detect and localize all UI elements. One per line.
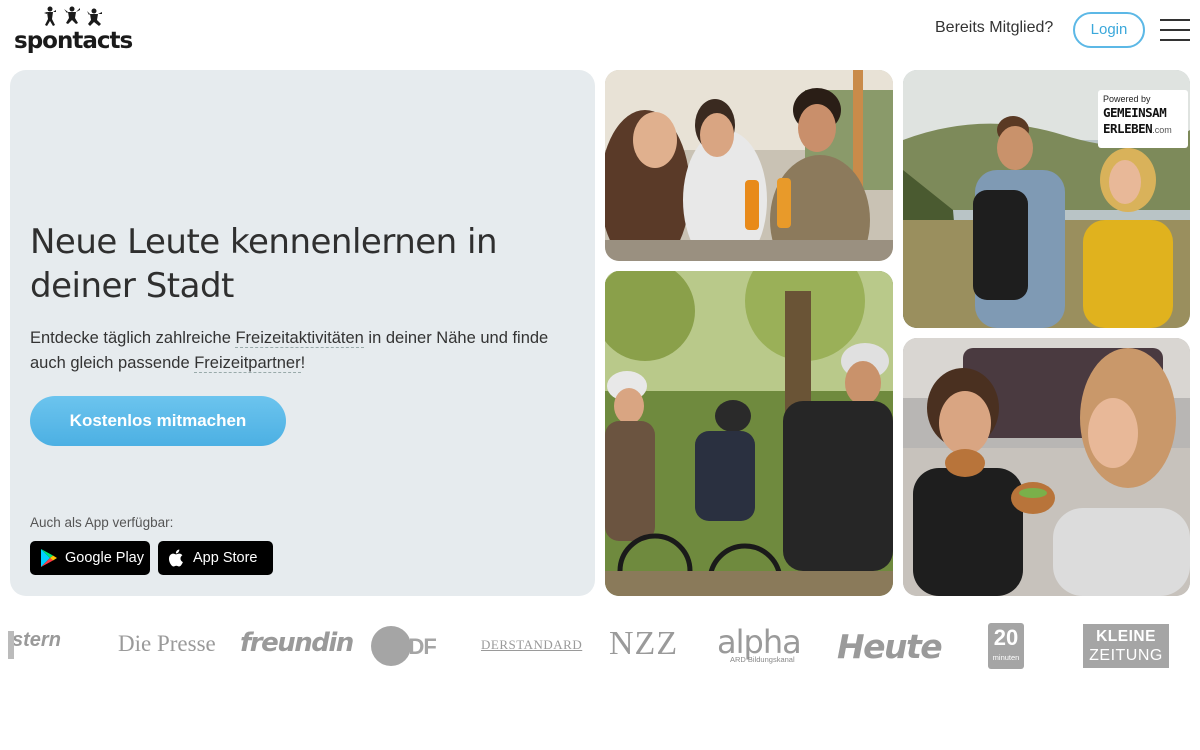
app-store-label: App Store — [193, 550, 258, 566]
brand-name: spontacts — [14, 28, 133, 54]
lead-text-1: Entdecke täglich zahlreiche — [30, 329, 236, 347]
join-free-button[interactable]: Kostenlos mitmachen — [30, 396, 286, 446]
already-member-text: Bereits Mitglied? — [935, 19, 1054, 36]
site-header: spontacts Bereits Mitglied? Login — [0, 0, 1200, 62]
20-minuten-number: 20 — [993, 625, 1019, 650]
login-button[interactable]: Login — [1073, 12, 1145, 48]
partner-domain-suffix: .com — [1152, 125, 1172, 135]
spontacts-logo[interactable]: spontacts — [14, 6, 133, 56]
hamburger-menu-icon[interactable] — [1160, 18, 1190, 42]
lead-text-3: ! — [300, 354, 306, 372]
die-presse-logo: Die Presse — [118, 631, 216, 656]
hero-lead: Entdecke täglich zahlreiche Freizeitakti… — [30, 326, 550, 376]
20-minuten-logo: 20 minuten — [988, 623, 1024, 669]
google-play-icon — [41, 549, 57, 567]
zdf-logo: ZDF — [371, 626, 437, 666]
powered-by-label: Powered by — [1103, 94, 1151, 104]
zdf-logo-text: ZDF — [396, 634, 436, 659]
leisure-partner-link[interactable]: Freizeitpartner — [194, 354, 301, 373]
leisure-activities-link[interactable]: Freizeitaktivitäten — [235, 329, 364, 348]
photo-women-eating — [903, 338, 1190, 596]
photo-friends-toasting — [605, 70, 893, 261]
partner-name-line2: ERLEBEN — [1103, 121, 1153, 136]
kleine-zeitung-logo: KLEINE ZEITUNG — [1083, 624, 1169, 668]
der-standard-logo: DERSTANDARD — [481, 637, 583, 652]
hero-card: Neue Leute kennenlernen in deiner Stadt … — [10, 70, 595, 596]
gemeinsam-erleben-badge[interactable]: Powered by GEMEINSAM ERLEBEN.com — [1098, 90, 1188, 148]
app-available-label: Auch als App verfügbar: — [30, 515, 174, 530]
google-play-button[interactable]: Google Play — [30, 541, 150, 575]
apple-icon — [168, 549, 183, 567]
freundin-logo: freundin — [240, 628, 354, 658]
kleine-zeitung-line1: KLEINE — [1096, 628, 1156, 645]
press-logos-strip: stern Die Presse freundin ZDF DERSTANDAR… — [0, 615, 1200, 675]
photo-hikers: Powered by GEMEINSAM ERLEBEN.com — [903, 70, 1190, 328]
partner-name-line1: GEMEINSAM — [1103, 105, 1167, 120]
ard-alpha-subtitle: ARD Bildungskanal — [730, 655, 795, 664]
20-minuten-word: minuten — [992, 653, 1020, 662]
heute-logo: Heute — [837, 627, 943, 666]
kleine-zeitung-line2: ZEITUNG — [1089, 647, 1163, 664]
stern-logo: stern — [8, 629, 61, 659]
photo-cyclists — [605, 271, 893, 596]
google-play-label: Google Play — [65, 550, 144, 566]
nzz-logo: NZZ — [609, 625, 679, 662]
jumping-people-icon — [44, 6, 102, 26]
app-store-button[interactable]: App Store — [158, 541, 273, 575]
hero-headline: Neue Leute kennenlernen in deiner Stadt — [30, 222, 498, 306]
